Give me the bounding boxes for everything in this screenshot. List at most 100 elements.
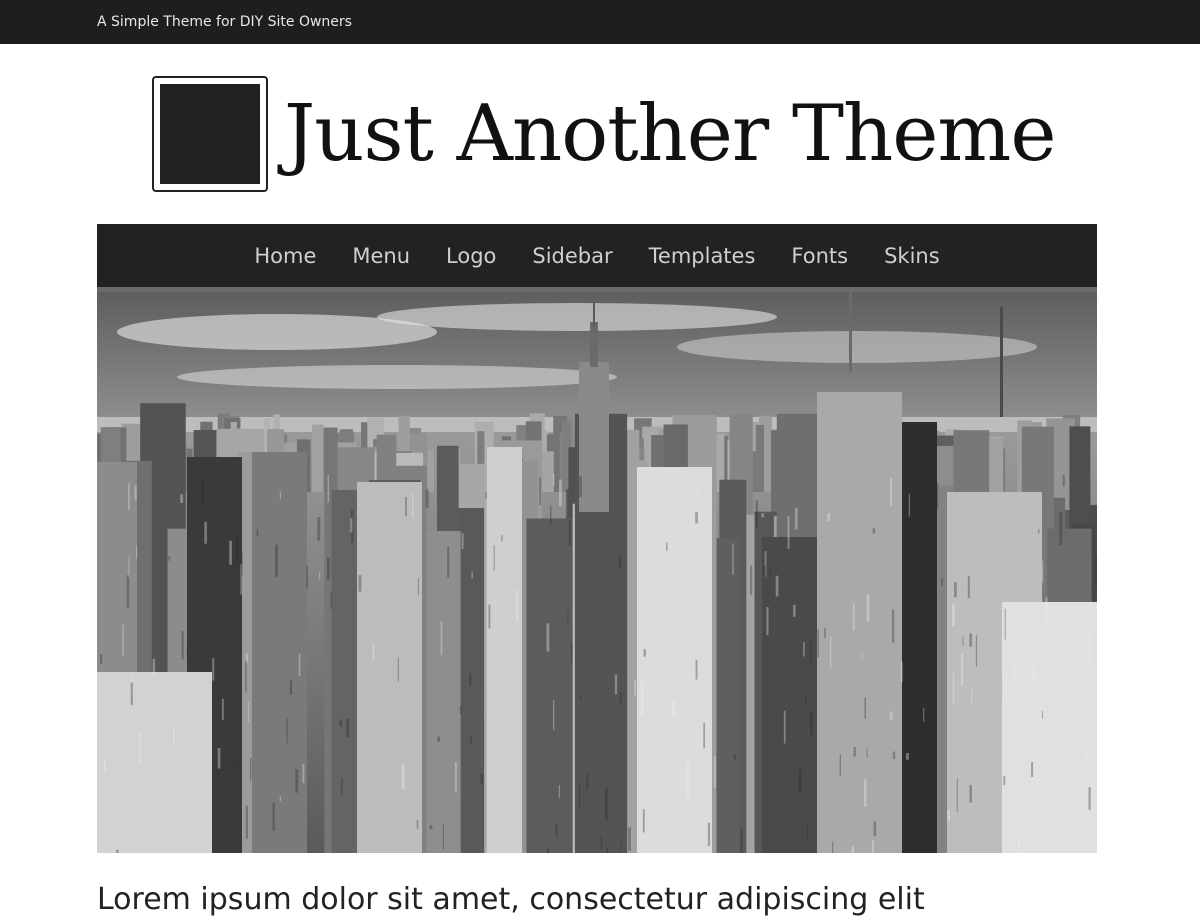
building-shape (740, 828, 743, 853)
building-shape (331, 489, 359, 853)
building-shape (578, 782, 581, 810)
building-shape (590, 322, 598, 367)
building-shape (186, 646, 188, 660)
building-shape (97, 672, 212, 853)
building-shape (427, 449, 434, 492)
building-shape (824, 628, 826, 639)
building-shape (350, 518, 353, 533)
building-shape (872, 528, 876, 534)
building-shape (969, 633, 973, 647)
building-shape (947, 809, 950, 821)
building-shape (755, 500, 758, 528)
building-shape (763, 565, 766, 577)
building-shape (412, 494, 414, 517)
logo-inner-square (160, 84, 260, 184)
building-shape (969, 784, 973, 803)
building-shape (908, 493, 910, 517)
building-shape (116, 849, 119, 853)
building-shape (1000, 307, 1003, 417)
building-shape (493, 545, 495, 571)
building-shape (279, 491, 282, 500)
building-shape (697, 482, 700, 495)
building-shape (642, 809, 645, 833)
building-shape (134, 485, 137, 501)
building-shape (1088, 634, 1091, 664)
building-shape (372, 642, 375, 661)
nav-item-logo[interactable]: Logo (446, 244, 496, 268)
building-shape (212, 658, 215, 681)
building-shape (461, 533, 464, 549)
building-shape (546, 848, 550, 853)
building-shape (1041, 560, 1044, 583)
nav-item-templates[interactable]: Templates (649, 244, 756, 268)
building-shape (1019, 742, 1022, 747)
building-shape (401, 763, 405, 790)
building-shape (619, 692, 622, 705)
building-shape (1013, 664, 1015, 679)
building-shape (327, 474, 330, 503)
building-shape (357, 482, 422, 853)
nav-item-fonts[interactable]: Fonts (791, 244, 848, 268)
building-shape (128, 556, 130, 579)
building-shape (217, 748, 221, 769)
building-shape (425, 489, 429, 508)
building-shape (442, 824, 444, 851)
building-shape (215, 544, 217, 554)
building-shape (256, 528, 259, 537)
building-shape (100, 654, 103, 664)
building-shape (1042, 711, 1044, 719)
building-shape (810, 711, 813, 736)
building-shape (787, 516, 790, 549)
building-shape (122, 624, 124, 657)
building-shape (429, 825, 433, 830)
building-shape (221, 698, 224, 721)
building-shape (579, 362, 609, 512)
building-shape (866, 748, 868, 758)
nav-item-home[interactable]: Home (254, 244, 316, 268)
building-shape (571, 643, 573, 663)
building-shape (1002, 602, 1097, 853)
nav-item-sidebar[interactable]: Sidebar (532, 244, 612, 268)
building-shape (861, 652, 863, 660)
building-shape (447, 546, 450, 578)
building-shape (956, 778, 958, 813)
building-shape (358, 575, 362, 592)
building-shape (555, 824, 558, 837)
building-shape (890, 478, 893, 507)
building-shape (1003, 776, 1006, 785)
building-shape (139, 731, 142, 765)
building-shape (1095, 555, 1097, 587)
building-shape (553, 699, 555, 730)
building-shape (853, 747, 856, 757)
site-title[interactable]: Just Another Theme (284, 86, 1057, 182)
building-shape (397, 657, 399, 682)
building-shape (579, 695, 582, 702)
square-logo-icon[interactable] (152, 76, 268, 192)
nav-item-skins[interactable]: Skins (884, 244, 940, 268)
building-shape (810, 637, 812, 667)
nav-item-menu[interactable]: Menu (352, 244, 410, 268)
building-shape (298, 654, 301, 676)
building-shape (319, 571, 321, 580)
building-shape (672, 700, 675, 718)
building-shape (618, 556, 622, 568)
building-shape (252, 452, 307, 853)
building-shape (306, 565, 309, 589)
building-shape (302, 763, 305, 784)
building-shape (686, 763, 690, 797)
building-shape (733, 754, 737, 760)
post-headline[interactable]: Lorem ipsum dolor sit amet, consectetur … (97, 880, 1097, 920)
building-shape (783, 710, 786, 744)
building-shape (279, 796, 282, 802)
building-shape (339, 719, 343, 727)
building-shape (934, 502, 937, 529)
building-shape (906, 752, 909, 760)
building-shape (987, 437, 1004, 492)
building-shape (1036, 779, 1038, 787)
building-shape (695, 659, 698, 680)
building-shape (750, 565, 753, 596)
building-shape (952, 604, 955, 627)
building-shape (236, 534, 239, 566)
building-shape (417, 577, 419, 596)
building-shape (975, 635, 978, 668)
